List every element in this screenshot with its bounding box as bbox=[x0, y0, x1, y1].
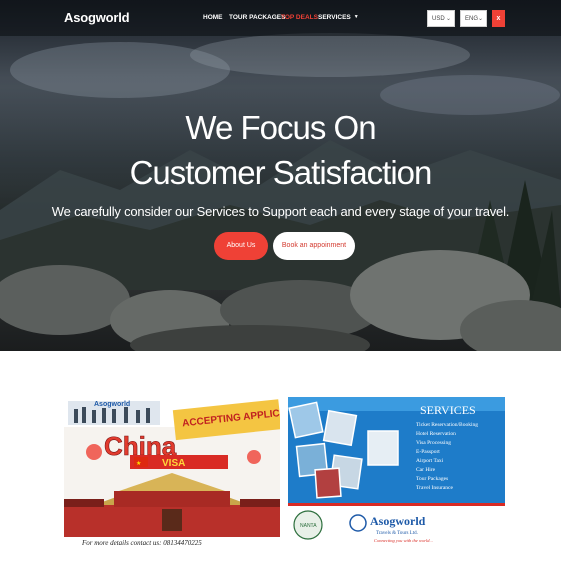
nav-services-label: SERVICES bbox=[318, 14, 351, 21]
nav-home[interactable]: HOME bbox=[203, 14, 223, 21]
book-appointment-button[interactable]: Book an appoinment bbox=[273, 232, 355, 260]
services-card-tagline: Connecting you with the world... bbox=[374, 538, 433, 543]
nanta-seal-label: NANTA bbox=[300, 523, 317, 529]
currency-value: USD bbox=[432, 16, 445, 22]
hero-subheadline: We carefully consider our Services to Su… bbox=[51, 204, 510, 219]
china-card-contact: For more details contact us: 08134470225 bbox=[81, 539, 202, 547]
hero-section: Asogworld HOME TOUR PACKAGES TOP DEALS S… bbox=[0, 0, 561, 351]
hero-headline-line2: Customer Satisfaction bbox=[129, 154, 433, 191]
top-navbar: Asogworld HOME TOUR PACKAGES TOP DEALS S… bbox=[0, 0, 561, 36]
hero-headline-line1: We Focus On bbox=[185, 109, 376, 146]
brand-logo[interactable]: Asogworld bbox=[64, 10, 130, 25]
language-select[interactable]: ENG ⌄ bbox=[460, 10, 487, 27]
nav-tour-packages[interactable]: TOUR PACKAGES bbox=[229, 14, 285, 21]
services-card-brand: Asogworld bbox=[370, 514, 426, 528]
china-visa-artwork: Asogworld ACCEPTING APPLICATIONS! China … bbox=[64, 397, 280, 547]
services-promo-card[interactable]: SERVICES Ticket Reservation/Booking Hote… bbox=[288, 397, 505, 547]
caret-down-icon: ▼ bbox=[353, 14, 359, 20]
service-item: Ticket Reservation/Booking bbox=[416, 422, 478, 428]
close-icon[interactable]: x bbox=[492, 10, 505, 27]
about-us-button[interactable]: About Us bbox=[214, 232, 268, 260]
nav-top-deals[interactable]: TOP DEALS bbox=[281, 14, 318, 21]
chevron-down-icon: ⌄ bbox=[445, 16, 451, 22]
services-heading: SERVICES bbox=[420, 403, 476, 417]
visa-label: VISA bbox=[162, 458, 185, 469]
service-item: Travel Insurance bbox=[416, 485, 453, 491]
nav-services[interactable]: SERVICES ▼ bbox=[318, 14, 359, 21]
service-item: Hotel Reservation bbox=[416, 431, 456, 437]
currency-select[interactable]: USD ⌄ bbox=[427, 10, 455, 27]
chevron-down-icon: ⌄ bbox=[477, 16, 483, 22]
service-item: Airport Taxi bbox=[416, 458, 444, 464]
language-value: ENG bbox=[465, 16, 479, 22]
service-item: Car Hire bbox=[416, 467, 436, 473]
services-flyer-artwork: SERVICES Ticket Reservation/Booking Hote… bbox=[288, 397, 505, 547]
services-card-brand-sub: Travels & Tours Ltd. bbox=[376, 531, 418, 536]
china-card-brand: Asogworld bbox=[94, 401, 130, 408]
service-item: Visa Processing bbox=[416, 440, 451, 446]
service-item: Tour Packages bbox=[416, 476, 448, 482]
svg-text:★: ★ bbox=[136, 460, 141, 467]
china-visa-promo-card[interactable]: Asogworld ACCEPTING APPLICATIONS! China … bbox=[64, 397, 280, 547]
service-item: E-Passport bbox=[416, 449, 440, 455]
